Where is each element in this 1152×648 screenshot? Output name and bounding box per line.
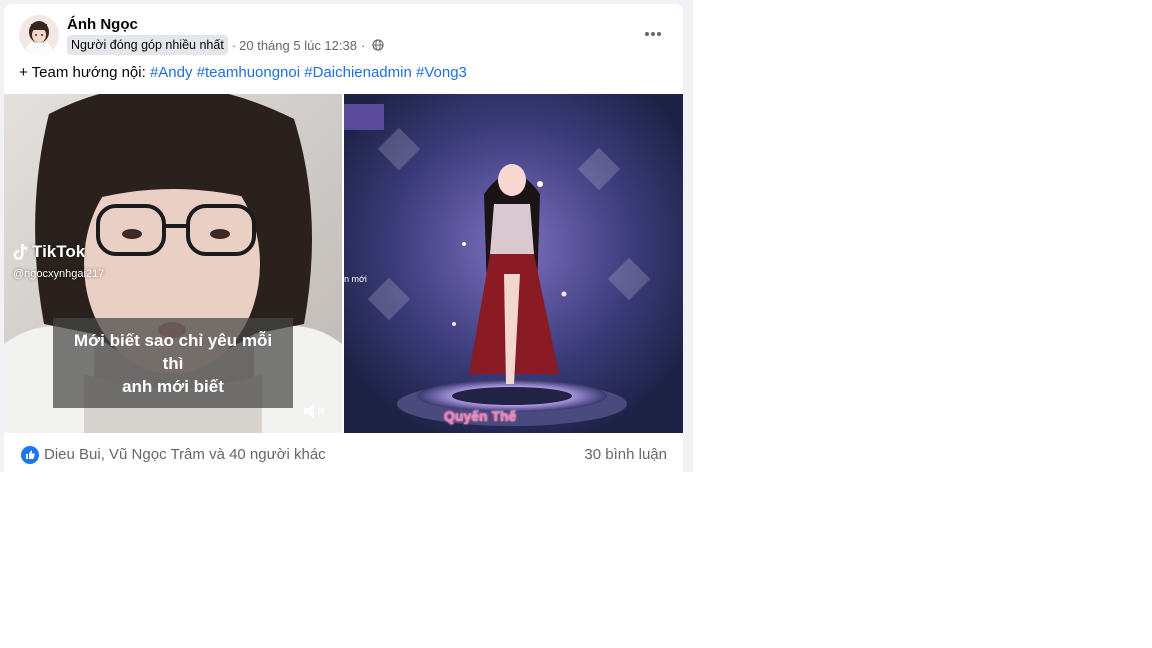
globe-icon[interactable] <box>372 39 384 51</box>
subtitle-line: anh mới biết <box>122 376 224 396</box>
top-contributor-badge[interactable]: Người đóng góp nhiều nhất <box>67 35 228 55</box>
reaction-summary[interactable]: Dieu Bui, Vũ Ngọc Trâm và 40 người khác <box>44 446 326 464</box>
subtitle-line: thì <box>162 353 184 373</box>
video-subtitle: Mới biết sao chỉ yêu mỗi thì anh mới biế… <box>53 318 293 408</box>
subtitle-line: Mới biết sao chỉ yêu mỗi <box>73 330 273 350</box>
post-video[interactable]: TikTok @ngocxynhgai217 Mới biết sao chỉ … <box>4 94 342 433</box>
comment-count[interactable]: 30 bình luận <box>584 446 667 464</box>
post-caption: + Team hướng nội: #Andy #teamhuongnoi #D… <box>19 64 467 82</box>
meta-separator: · <box>231 37 237 53</box>
author-name[interactable]: Ánh Ngọc <box>67 16 138 34</box>
post-meta: Người đóng góp nhiều nhất · 20 tháng 5 l… <box>67 35 384 55</box>
game-character-name: Quyến Thế <box>444 408 517 424</box>
avatar[interactable] <box>19 15 59 55</box>
hashtag-link[interactable]: #teamhuongnoi <box>197 64 300 81</box>
muted-speaker-icon[interactable] <box>302 400 328 422</box>
more-options-icon[interactable] <box>641 22 665 46</box>
tiktok-username: @ngocxynhgai217 <box>13 268 105 280</box>
hashtag-link[interactable]: #Andy <box>150 64 193 81</box>
game-screenshot <box>344 94 683 433</box>
tiktok-watermark: TikTok <box>13 242 85 262</box>
hashtag-link[interactable]: #Vong3 <box>416 64 467 81</box>
tiktok-label: TikTok <box>32 242 86 261</box>
meta-separator: · <box>360 37 366 53</box>
post-footer: Dieu Bui, Vũ Ngọc Trâm và 40 người khác … <box>4 436 683 474</box>
post-card: Ánh Ngọc Người đóng góp nhiều nhất · 20 … <box>4 4 683 474</box>
hashtag-link[interactable]: #Daichienadmin <box>304 64 412 81</box>
tiktok-logo-icon <box>13 244 27 260</box>
post-timestamp[interactable]: 20 tháng 5 lúc 12:38 <box>239 38 357 53</box>
like-icon[interactable] <box>21 446 39 464</box>
caption-text: + Team hướng nội: <box>19 64 146 81</box>
game-menu-label: n mới <box>344 274 367 284</box>
post-game-image[interactable]: n mới Quyến Thế <box>344 94 683 433</box>
